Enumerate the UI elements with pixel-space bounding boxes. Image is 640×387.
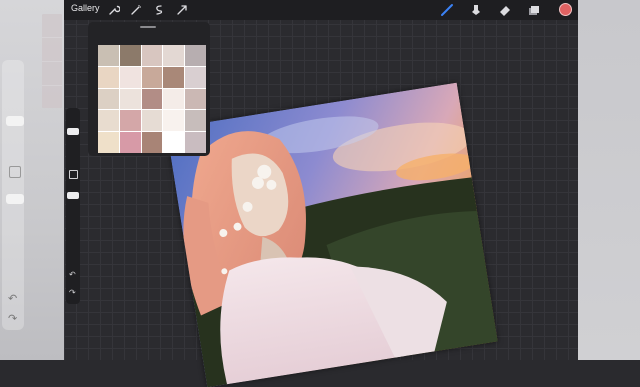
moodboard-tile	[98, 45, 119, 66]
moodboard-tile	[119, 88, 141, 110]
top-toolbar: Gallery	[64, 0, 578, 20]
moodboard-tile	[141, 45, 163, 66]
magic-wand-icon[interactable]	[130, 4, 142, 16]
layers-icon[interactable]	[527, 3, 541, 17]
moodboard-tile	[141, 132, 163, 153]
brush-sidebar: ↶ ↷	[66, 108, 80, 304]
background-undo-icon: ↶	[8, 293, 18, 305]
gallery-button[interactable]: Gallery	[71, 3, 100, 13]
background-slider-bottom	[6, 194, 24, 204]
moodboard-tile	[98, 88, 119, 110]
moodboard-tile	[119, 66, 141, 88]
moodboard-tile	[163, 110, 185, 132]
moodboard-tile	[163, 45, 185, 66]
moodboard-tile	[185, 66, 206, 88]
moodboard-tile	[141, 110, 163, 132]
brush-icon[interactable]	[440, 3, 454, 17]
brush-opacity-slider[interactable]	[67, 192, 79, 199]
redo-icon[interactable]: ↷	[69, 288, 76, 297]
moodboard-tile	[185, 88, 206, 110]
moodboard-tile	[163, 132, 185, 153]
background-redo-icon: ↷	[8, 313, 18, 325]
artwork-image	[166, 82, 498, 387]
moodboard-tile	[98, 132, 119, 153]
background-app-left: ↶ ↷	[0, 0, 64, 360]
wrench-icon[interactable]	[108, 4, 120, 16]
moodboard-tile	[185, 110, 206, 132]
eraser-icon[interactable]	[498, 3, 512, 17]
reference-panel[interactable]	[88, 22, 210, 156]
moodboard-tile	[185, 132, 206, 153]
background-app-right	[578, 0, 640, 360]
transform-arrow-icon[interactable]	[176, 4, 188, 16]
moodboard-tile	[141, 88, 163, 110]
moodboard-tile	[119, 132, 141, 153]
undo-icon[interactable]: ↶	[69, 270, 76, 279]
background-thumbnail-strip	[42, 14, 62, 108]
moodboard-tile	[119, 45, 141, 66]
moodboard-tile	[141, 66, 163, 88]
background-square	[9, 166, 21, 178]
smudge-icon[interactable]	[469, 3, 483, 17]
moodboard-tile	[119, 110, 141, 132]
modify-button[interactable]	[69, 170, 78, 179]
selection-icon[interactable]	[153, 4, 165, 16]
background-sidebar: ↶ ↷	[2, 60, 24, 330]
moodboard-tile	[185, 45, 206, 66]
brush-size-slider[interactable]	[67, 128, 79, 135]
artwork-canvas[interactable]	[166, 82, 498, 387]
panel-drag-handle[interactable]	[140, 26, 156, 28]
color-swatch-button[interactable]	[559, 3, 572, 16]
background-slider-top	[6, 116, 24, 126]
moodboard-tile	[163, 66, 185, 88]
moodboard-tile	[98, 66, 119, 88]
reference-image	[98, 45, 206, 153]
moodboard-tile	[163, 88, 185, 110]
moodboard-tile	[98, 110, 119, 132]
